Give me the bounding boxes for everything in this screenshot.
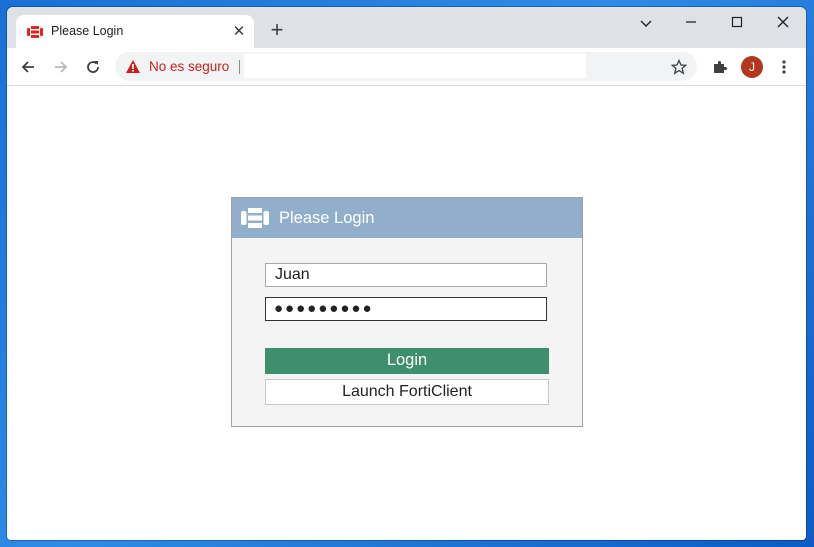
not-secure-label[interactable]: No es seguro (149, 59, 229, 74)
password-field[interactable]: ●●●●●●●●● (265, 297, 547, 321)
address-bar[interactable]: No es seguro (115, 52, 697, 81)
new-tab-button[interactable]: + (266, 19, 288, 42)
login-panel: Please Login Juan ●●●●●●●●● Login Launch… (231, 197, 583, 427)
username-field[interactable]: Juan (265, 263, 547, 287)
tab-title: Please Login (51, 24, 124, 38)
reload-icon[interactable] (80, 54, 106, 80)
fortinet-logo-icon (27, 26, 43, 38)
login-button[interactable]: Login (265, 348, 549, 374)
star-icon[interactable] (671, 59, 687, 75)
maximize-button[interactable] (714, 11, 760, 35)
tab-search-chevron-icon[interactable] (623, 11, 669, 35)
page-content: Please Login Juan ●●●●●●●●● Login Launch… (7, 86, 806, 540)
tab-please-login[interactable]: Please Login ✕ (16, 15, 254, 48)
login-title: Please Login (279, 209, 375, 227)
launch-forticlient-button[interactable]: Launch FortiClient (265, 379, 549, 405)
url-text[interactable] (244, 54, 586, 78)
warning-triangle-icon (126, 60, 140, 73)
browser-window: Please Login ✕ + No es seguro J Please L… (7, 7, 806, 540)
minimize-button[interactable] (668, 11, 714, 35)
kebab-menu-icon[interactable] (771, 54, 797, 80)
close-window-button[interactable] (760, 11, 806, 35)
login-header: Please Login (232, 198, 582, 238)
fortinet-logo-icon (241, 208, 269, 228)
profile-avatar[interactable]: J (741, 56, 763, 78)
puzzle-icon[interactable] (707, 54, 733, 80)
back-arrow-icon[interactable] (15, 54, 41, 80)
forward-arrow-icon[interactable] (48, 54, 74, 80)
browser-toolbar: No es seguro J (7, 48, 806, 86)
security-separator (239, 60, 240, 74)
tab-strip: Please Login ✕ + (7, 7, 806, 48)
close-tab-icon[interactable]: ✕ (230, 23, 248, 41)
